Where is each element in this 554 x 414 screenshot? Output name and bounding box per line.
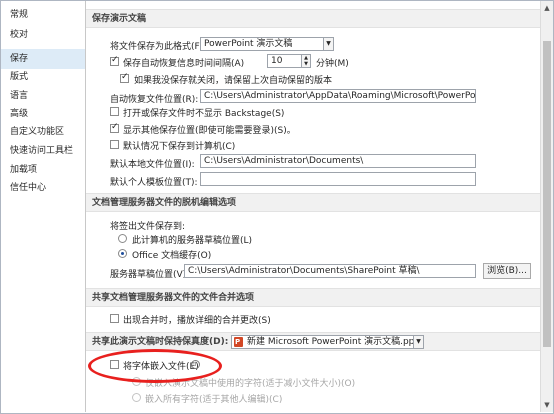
chevron-down-icon[interactable]: ▼ — [413, 336, 423, 348]
sidebar-item-proofing[interactable]: 校对 — [1, 25, 85, 45]
vertical-scrollbar[interactable]: ▲ ▼ — [540, 1, 553, 412]
sidebar-item-language[interactable]: 语言 — [1, 86, 85, 106]
browse-button[interactable]: 浏览(B)... — [483, 263, 531, 279]
show-other-locations-checkbox[interactable] — [110, 122, 119, 133]
keep-last-version-checkbox[interactable] — [120, 72, 129, 83]
server-drafts-label: 此计算机的服务器草稿位置(L) — [132, 236, 253, 246]
save-to-computer-label: 默认情况下保存到计算机(C) — [123, 142, 236, 152]
no-backstage-label: 打开或保存文件时不显示 Backstage(S) — [123, 109, 285, 119]
scroll-up-arrow-icon[interactable]: ▲ — [542, 3, 552, 13]
save-format-label: 将文件保存为此格式(F): — [110, 42, 207, 52]
minutes-label: 分钟(M) — [316, 59, 349, 69]
sidebar-item-advanced[interactable]: 高级 — [1, 104, 85, 124]
autorecover-location-field[interactable]: C:\Users\Administrator\AppData\Roaming\M… — [200, 89, 476, 103]
drafts-location-field[interactable]: C:\Users\Administrator\Documents\SharePo… — [184, 264, 476, 278]
save-format-value: PowerPoint 演示文稿 — [204, 39, 293, 49]
default-local-location-field[interactable]: C:\Users\Administrator\Documents\ — [200, 154, 476, 168]
section-header-save-presentations: 保存演示文稿 — [86, 9, 540, 28]
options-sidebar: 常规 校对 保存 版式 语言 高级 自定义功能区 快速访问工具栏 加载项 信任中… — [1, 1, 86, 412]
save-format-dropdown[interactable]: PowerPoint 演示文稿 ▼ — [200, 37, 334, 51]
personal-templates-field[interactable] — [200, 172, 476, 186]
sidebar-item-save[interactable]: 保存 — [1, 49, 85, 69]
fidelity-document-dropdown[interactable]: 新建 Microsoft PowerPoint 演示文稿.pptx ▼ — [231, 335, 424, 349]
sidebar-item-layout[interactable]: 版式 — [1, 67, 85, 87]
default-local-location-label: 默认本地文件位置(I): — [110, 160, 195, 170]
embed-all-characters-label: 嵌入所有字符(适于其他人编辑)(C) — [145, 395, 283, 405]
keep-last-version-label: 如果我没保存就关闭，请保留上次自动保留的版本 — [134, 76, 333, 86]
autorecover-location-label: 自动恢复文件位置(R): — [110, 95, 199, 105]
scroll-down-arrow-icon[interactable]: ▼ — [542, 400, 552, 410]
personal-templates-label: 默认个人模板位置(T): — [110, 178, 198, 188]
office-cache-radio[interactable] — [118, 249, 127, 258]
sidebar-item-trust-center[interactable]: 信任中心 — [1, 178, 85, 198]
autorecover-checkbox[interactable] — [110, 55, 119, 66]
save-checked-out-label: 将签出文件保存到: — [110, 222, 186, 232]
no-backstage-checkbox[interactable] — [110, 107, 119, 116]
save-to-computer-checkbox[interactable] — [110, 140, 119, 149]
chevron-down-icon[interactable]: ▼ — [323, 38, 333, 50]
spinner-arrows-icon[interactable]: ▲ ▼ — [301, 54, 311, 68]
office-cache-label: Office 文档缓存(O) — [132, 251, 212, 261]
section-header-offline-editing: 文档管理服务器文件的脱机编辑选项 — [86, 193, 540, 212]
sidebar-item-customize-ribbon[interactable]: 自定义功能区 — [1, 122, 85, 142]
powerpoint-file-icon — [234, 337, 243, 347]
scroll-thumb[interactable] — [543, 41, 551, 347]
section-header-merge: 共享文档管理服务器文件的文件合并选项 — [86, 288, 540, 307]
server-drafts-radio[interactable] — [118, 234, 127, 243]
autorecover-minutes-spinner[interactable]: 10 ▲ ▼ — [267, 54, 311, 68]
autorecover-label: 保存自动恢复信息时间间隔(A) — [123, 59, 245, 69]
annotation-ellipse — [88, 349, 222, 383]
sidebar-item-general[interactable]: 常规 — [1, 5, 85, 25]
sidebar-item-add-ins[interactable]: 加载项 — [1, 160, 85, 180]
autorecover-minutes-value: 10 — [271, 56, 283, 66]
fidelity-document-value: 新建 Microsoft PowerPoint 演示文稿.pptx — [247, 337, 424, 347]
show-other-locations-label: 显示其他保存位置(即使可能需要登录)(S)。 — [123, 126, 296, 136]
embed-all-characters-radio[interactable] — [132, 393, 141, 402]
sidebar-item-quick-access-toolbar[interactable]: 快速访问工具栏 — [1, 141, 85, 161]
show-merge-changes-checkbox[interactable] — [110, 314, 119, 323]
show-merge-changes-label: 出现合并时，播放详细的合并更改(S) — [123, 316, 271, 326]
drafts-location-label: 服务器草稿位置(V): — [110, 270, 190, 280]
fidelity-header-label: 共享此演示文稿时保持保真度(D): — [92, 337, 229, 347]
